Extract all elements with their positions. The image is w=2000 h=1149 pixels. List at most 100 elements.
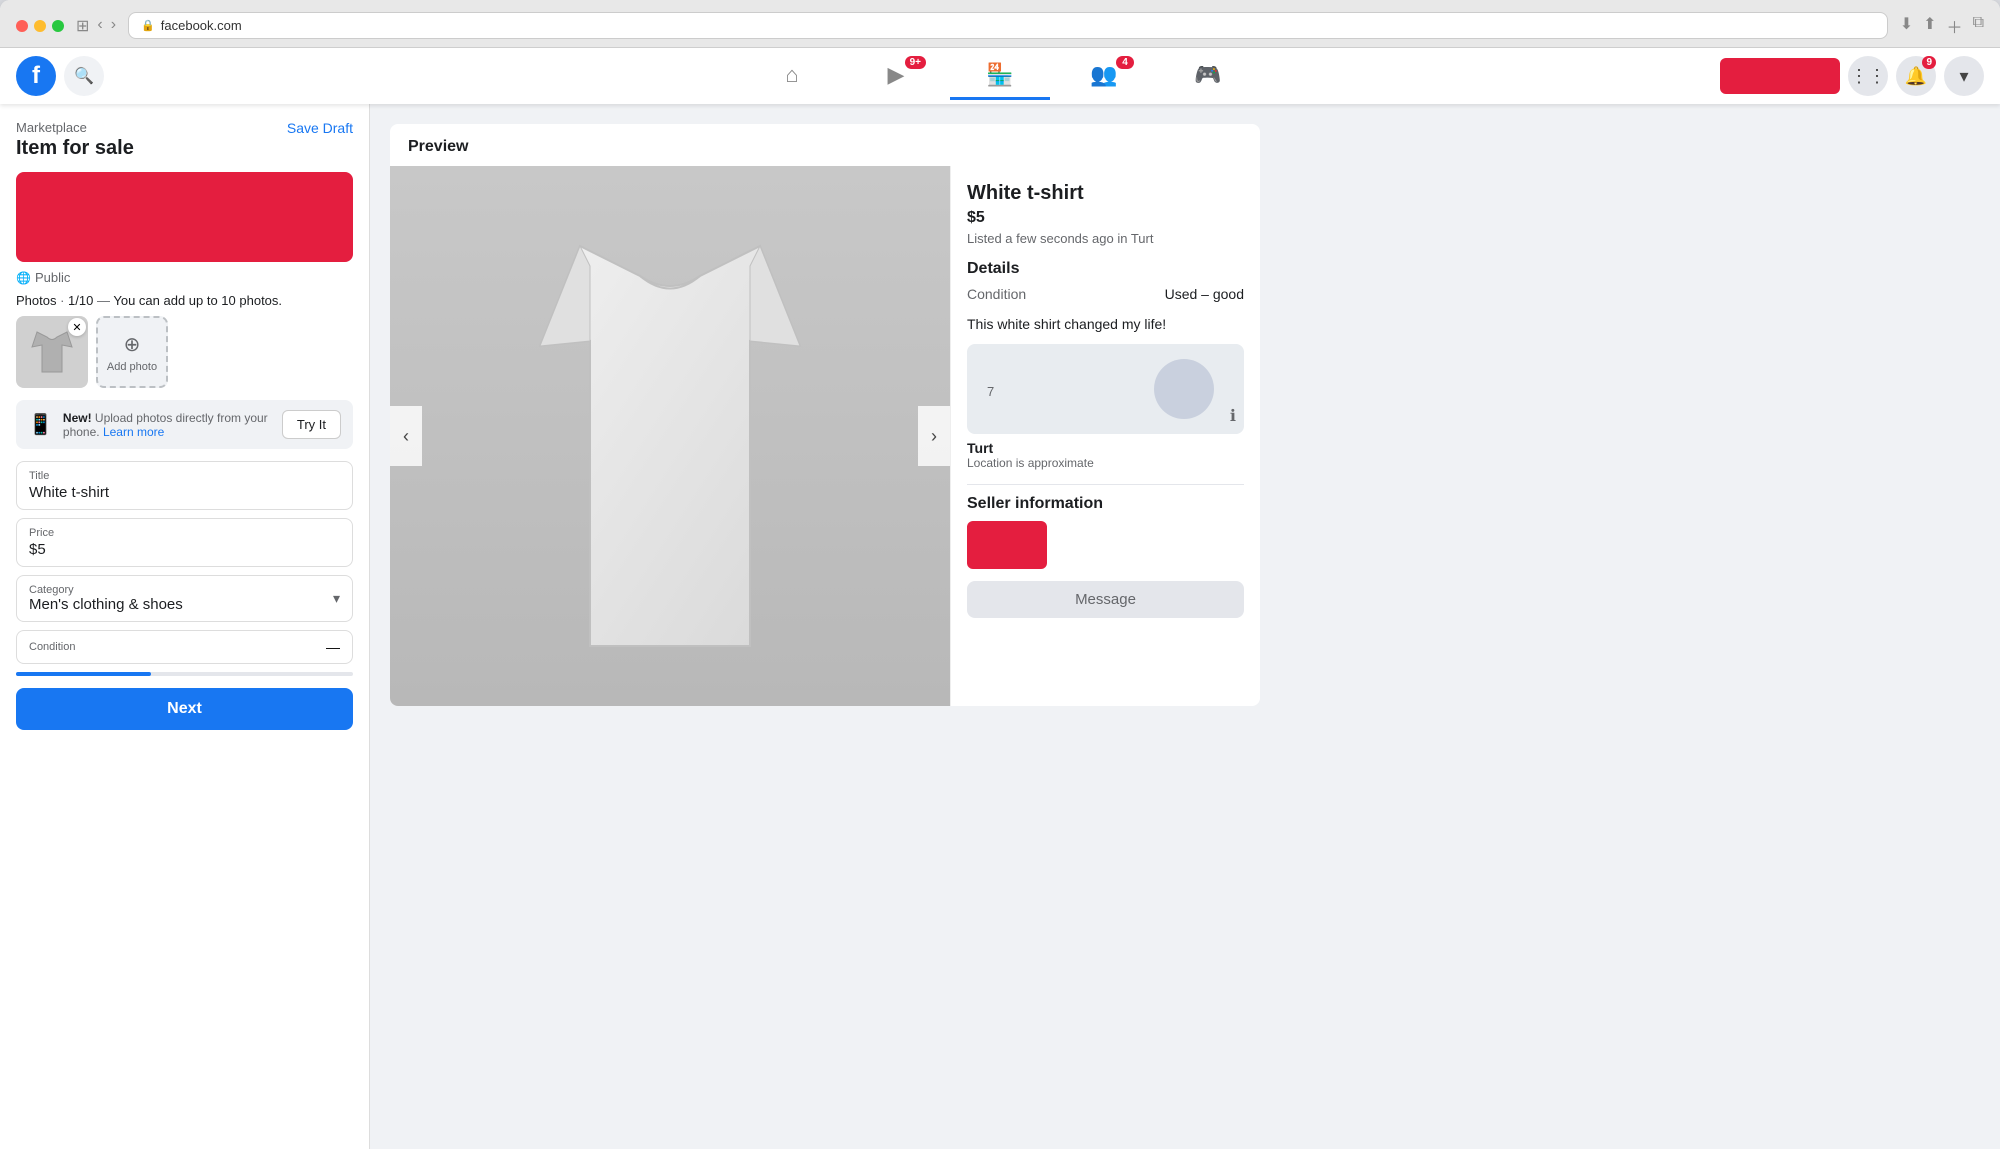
- condition-field[interactable]: Condition —: [16, 630, 353, 664]
- new-tab-icon[interactable]: ＋: [1947, 14, 1963, 38]
- category-label: Category: [29, 584, 333, 596]
- browser-titlebar: ⊞ ‹ › 🔒 facebook.com ⬇ ⬆ ＋ ⧉: [0, 0, 2000, 48]
- location-approx: Location is approximate: [967, 456, 1244, 470]
- photo-upload-main[interactable]: [16, 172, 353, 262]
- save-draft-button[interactable]: Save Draft: [287, 120, 353, 136]
- tshirt-svg: [480, 186, 860, 686]
- nav-center: ⌂ ▶ 9+ 🏪 👥 4 🎮: [742, 52, 1258, 100]
- seller-avatar: [967, 521, 1047, 569]
- progress-bar: [16, 672, 353, 676]
- nav-gaming[interactable]: 🎮: [1158, 52, 1258, 100]
- category-value: Men's clothing & shoes: [29, 596, 183, 613]
- chevron-down-icon: ▾: [1959, 66, 1968, 87]
- nav-home[interactable]: ⌂: [742, 52, 842, 100]
- phone-upload-banner: 📱 New! Upload photos directly from your …: [16, 400, 353, 449]
- phone-upload-desc: Upload photos directly from your phone.: [63, 411, 268, 439]
- category-chevron-icon: ▾: [333, 590, 340, 607]
- photo-thumb-close[interactable]: ✕: [68, 318, 86, 336]
- account-menu-button[interactable]: ▾: [1944, 56, 1984, 96]
- preview-label: Preview: [390, 124, 1260, 166]
- tabs-icon[interactable]: ⧉: [1973, 14, 1984, 38]
- lock-icon: 🔒: [141, 19, 155, 32]
- nav-right-red-btn[interactable]: [1720, 58, 1840, 94]
- search-icon: 🔍: [74, 66, 94, 86]
- nav-marketplace[interactable]: 🏪: [950, 52, 1050, 100]
- marketplace-label: Marketplace: [16, 120, 134, 135]
- condition-dash: —: [326, 639, 340, 655]
- facebook-navbar: f 🔍 ⌂ ▶ 9+ 🏪 👥 4 🎮: [0, 48, 2000, 104]
- image-nav-right[interactable]: ›: [918, 406, 950, 466]
- details-section: Details Condition Used – good: [967, 260, 1244, 302]
- photo-visibility: 🌐 Public: [16, 270, 353, 285]
- form-title: Item for sale: [16, 137, 134, 160]
- address-bar[interactable]: 🔒 facebook.com: [128, 12, 1888, 39]
- video-icon: ▶: [888, 62, 905, 88]
- search-button[interactable]: 🔍: [64, 56, 104, 96]
- condition-detail-row: Condition Used – good: [967, 286, 1244, 302]
- form-header: Marketplace Item for sale Save Draft: [16, 120, 353, 160]
- condition-label: Condition: [29, 641, 75, 653]
- preview-card: Preview ‹: [390, 124, 1260, 706]
- phone-icon: 📱: [28, 412, 53, 437]
- preview-info: White t-shirt $5 Listed a few seconds ag…: [950, 166, 1260, 706]
- close-button[interactable]: [16, 20, 28, 32]
- title-label: Title: [29, 470, 340, 482]
- sidebar-icon[interactable]: ⊞: [76, 16, 89, 36]
- map-info-icon[interactable]: ℹ: [1230, 406, 1236, 426]
- browser-right-controls: ⬇ ⬆ ＋ ⧉: [1900, 14, 1984, 38]
- visibility-label: Public: [35, 270, 70, 285]
- progress-bar-fill: [16, 672, 151, 676]
- next-button[interactable]: Next: [16, 688, 353, 730]
- marketplace-icon: 🏪: [986, 62, 1013, 88]
- add-photo-button[interactable]: ⊕ Add photo: [96, 316, 168, 388]
- item-title: White t-shirt: [967, 182, 1244, 205]
- title-field[interactable]: Title: [16, 461, 353, 510]
- price-input[interactable]: [29, 541, 340, 558]
- back-button[interactable]: ‹: [97, 16, 102, 36]
- add-photo-icon: ⊕: [124, 332, 141, 357]
- globe-icon: 🌐: [16, 271, 31, 285]
- traffic-lights: [16, 20, 64, 32]
- try-it-button[interactable]: Try It: [282, 410, 341, 439]
- photo-thumb-1[interactable]: ✕: [16, 316, 88, 388]
- notifications-badge: 9: [1922, 56, 1936, 69]
- grid-menu-button[interactable]: ⋮⋮: [1848, 56, 1888, 96]
- browser-controls: ⊞ ‹ ›: [76, 16, 116, 36]
- price-field[interactable]: Price: [16, 518, 353, 567]
- nav-video[interactable]: ▶ 9+: [846, 52, 946, 100]
- maximize-button[interactable]: [52, 20, 64, 32]
- bell-icon: 🔔: [1905, 66, 1927, 87]
- notifications-button[interactable]: 🔔 9: [1896, 56, 1936, 96]
- facebook-logo[interactable]: f: [16, 56, 56, 96]
- details-title: Details: [967, 260, 1244, 278]
- minimize-button[interactable]: [34, 20, 46, 32]
- learn-more-link[interactable]: Learn more: [103, 425, 164, 439]
- preview-content: ‹: [390, 166, 1260, 706]
- photos-label: Photos · 1/10 — You can add up to 10 pho…: [16, 293, 353, 308]
- location-name: Turt: [967, 440, 1244, 456]
- item-description: This white shirt changed my life!: [967, 316, 1244, 332]
- image-nav-left[interactable]: ‹: [390, 406, 422, 466]
- logo-letter: f: [32, 62, 40, 90]
- phone-text: New! Upload photos directly from your ph…: [63, 411, 272, 439]
- map-placeholder: 7 ℹ: [967, 344, 1244, 434]
- title-input[interactable]: [29, 484, 340, 501]
- item-price: $5: [967, 209, 1244, 227]
- downloads-icon[interactable]: ⬇: [1900, 14, 1913, 38]
- grid-icon: ⋮⋮: [1850, 66, 1886, 87]
- condition-inner: Condition: [29, 641, 75, 653]
- share-icon[interactable]: ⬆: [1923, 14, 1936, 38]
- add-photo-label: Add photo: [107, 361, 157, 373]
- condition-key: Condition: [967, 286, 1026, 302]
- browser-window: ⊞ ‹ › 🔒 facebook.com ⬇ ⬆ ＋ ⧉ f 🔍 ⌂: [0, 0, 2000, 1149]
- divider: [967, 484, 1244, 485]
- forward-button[interactable]: ›: [111, 16, 116, 36]
- message-button[interactable]: Message: [967, 581, 1244, 618]
- photos-word: Photos: [16, 293, 56, 308]
- nav-groups[interactable]: 👥 4: [1054, 52, 1154, 100]
- condition-value: Used – good: [1165, 286, 1244, 302]
- url-text: facebook.com: [161, 18, 242, 33]
- photos-count: 1/10: [68, 293, 93, 308]
- category-field[interactable]: Category Men's clothing & shoes ▾: [16, 575, 353, 622]
- form-header-left: Marketplace Item for sale: [16, 120, 134, 160]
